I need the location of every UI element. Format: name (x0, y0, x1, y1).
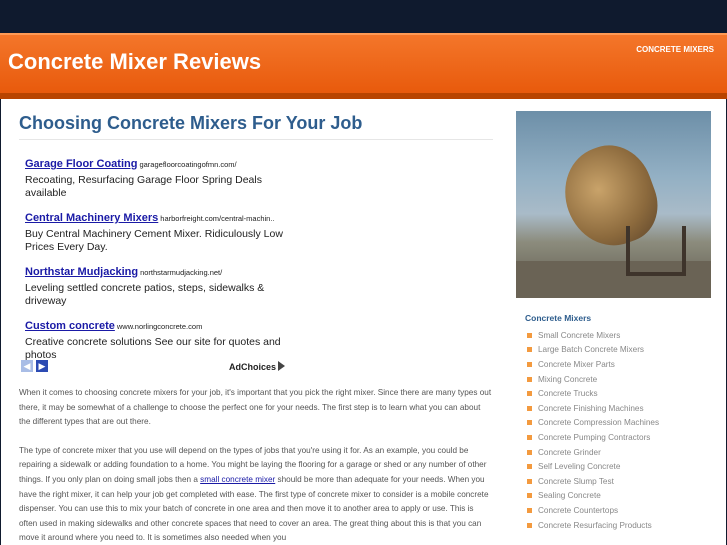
bullet-icon (527, 493, 532, 499)
article-body: When it comes to choosing concrete mixer… (19, 386, 493, 545)
sidebar-title: Concrete Mixers (525, 313, 592, 323)
site-title-link[interactable]: Concrete Mixer Reviews (8, 49, 261, 75)
page-title: Choosing Concrete Mixers For Your Job (19, 113, 363, 133)
sidebar-item: Concrete Finishing Machines (527, 401, 711, 416)
ad-url: northstarmudjacking.net/ (140, 268, 223, 277)
bullet-icon (527, 361, 532, 367)
sidebar-item-link[interactable]: Concrete Grinder (538, 448, 601, 457)
sidebar-item-link[interactable]: Small Concrete Mixers (538, 331, 620, 340)
ad-navigation: ◀ ▶ AdChoices (21, 360, 291, 374)
main-column: Choosing Concrete Mixers For Your Job (19, 113, 493, 134)
ad-item: Northstar Mudjacking northstarmudjacking.… (25, 262, 295, 308)
bullet-icon (527, 464, 532, 470)
sidebar-item: Concrete Trucks (527, 386, 711, 401)
ad-block: Garage Floor Coating garagefloorcoatingof… (25, 154, 295, 370)
site-header: Concrete Mixer Reviews CONCRETE MIXERS (0, 33, 727, 93)
adchoices-link[interactable]: AdChoices (229, 361, 286, 372)
sidebar-item: Concrete Mixer Parts (527, 357, 711, 372)
ad-title-link[interactable]: Central Machinery Mixers (25, 212, 158, 224)
adchoices-label: AdChoices (229, 362, 277, 372)
ad-description: Recoating, Resurfacing Garage Floor Spri… (25, 174, 262, 199)
bullet-icon (527, 332, 532, 338)
adchoices-icon (278, 361, 286, 371)
sidebar-item: Mixing Concrete (527, 372, 711, 387)
bullet-icon (527, 507, 532, 513)
ad-url: www.norlingconcrete.com (116, 322, 203, 331)
small-concrete-mixer-link[interactable]: small concrete mixer (200, 475, 275, 484)
sidebar-item-link[interactable]: Concrete Trucks (538, 389, 598, 398)
bullet-icon (527, 478, 532, 484)
bullet-icon (527, 449, 532, 455)
sidebar-item: Large Batch Concrete Mixers (527, 343, 711, 358)
bullet-icon (527, 434, 532, 440)
ad-title-link[interactable]: Garage Floor Coating (25, 158, 137, 170)
page-content: Choosing Concrete Mixers For Your Job Ga… (1, 99, 726, 545)
sidebar-item: Concrete Pumping Contractors (527, 430, 711, 445)
ad-item: Custom concrete www.norlingconcrete.com C… (25, 316, 295, 362)
ad-url: harborfreight.com/central-machin.. (160, 214, 275, 223)
top-bar (0, 0, 727, 33)
bullet-icon (527, 420, 532, 426)
bullet-icon (527, 391, 532, 397)
sidebar-item-link[interactable]: Mixing Concrete (538, 375, 597, 384)
sidebar-item: Sealing Concrete (527, 489, 711, 504)
ad-description: Creative concrete solutions See our site… (25, 336, 281, 361)
sidebar-item-link[interactable]: Concrete Compression Machines (538, 418, 659, 427)
ad-item: Central Machinery Mixers harborfreight.co… (25, 208, 295, 254)
sidebar-item-link[interactable]: Concrete Finishing Machines (538, 404, 644, 413)
sidebar-list: Small Concrete Mixers Large Batch Concre… (527, 328, 711, 532)
photo-mixer-frame (626, 226, 686, 276)
sidebar-item-link[interactable]: Sealing Concrete (538, 491, 601, 500)
ad-url: garagefloorcoatingofmn.com/ (139, 160, 237, 169)
title-divider (19, 139, 493, 140)
ad-item: Garage Floor Coating garagefloorcoatingof… (25, 154, 295, 200)
sidebar-item: Self Leveling Concrete (527, 459, 711, 474)
sidebar-item-link[interactable]: Concrete Mixer Parts (538, 360, 615, 369)
sidebar-item-link[interactable]: Self Leveling Concrete (538, 462, 620, 471)
bullet-icon (527, 347, 532, 353)
sidebar-item: Concrete Countertops (527, 503, 711, 518)
ad-description: Buy Central Machinery Cement Mixer. Ridi… (25, 228, 283, 253)
sidebar-item-link[interactable]: Concrete Pumping Contractors (538, 433, 650, 442)
ad-title-link[interactable]: Northstar Mudjacking (25, 266, 138, 278)
sidebar-item-link[interactable]: Concrete Slump Test (538, 477, 614, 486)
sidebar-item-link[interactable]: Concrete Countertops (538, 506, 618, 515)
ad-description: Leveling settled concrete patios, steps,… (25, 282, 265, 307)
sidebar-item: Concrete Grinder (527, 445, 711, 460)
article-paragraph: When it comes to choosing concrete mixer… (19, 388, 492, 427)
sidebar-item-link[interactable]: Concrete Resurfacing Products (538, 521, 652, 530)
bullet-icon (527, 376, 532, 382)
chevron-right-icon[interactable]: ▶ (36, 360, 48, 372)
sidebar-item-link[interactable]: Large Batch Concrete Mixers (538, 345, 644, 354)
sidebar-item: Concrete Slump Test (527, 474, 711, 489)
sidebar: Concrete Mixers Small Concrete Mixers La… (516, 111, 711, 532)
ad-title-link[interactable]: Custom concrete (25, 320, 115, 332)
nav-concrete-mixers-link[interactable]: CONCRETE MIXERS (636, 45, 714, 54)
sidebar-item: Concrete Resurfacing Products (527, 518, 711, 533)
paragraph-text: should be more than adequate for your ne… (19, 474, 489, 543)
bullet-icon (527, 522, 532, 528)
article-paragraph: The type of concrete mixer that you use … (19, 444, 493, 545)
bullet-icon (527, 405, 532, 411)
chevron-left-icon[interactable]: ◀ (21, 360, 33, 372)
concrete-mixer-photo (516, 111, 711, 298)
sidebar-item: Small Concrete Mixers (527, 328, 711, 343)
sidebar-item: Concrete Compression Machines (527, 416, 711, 431)
